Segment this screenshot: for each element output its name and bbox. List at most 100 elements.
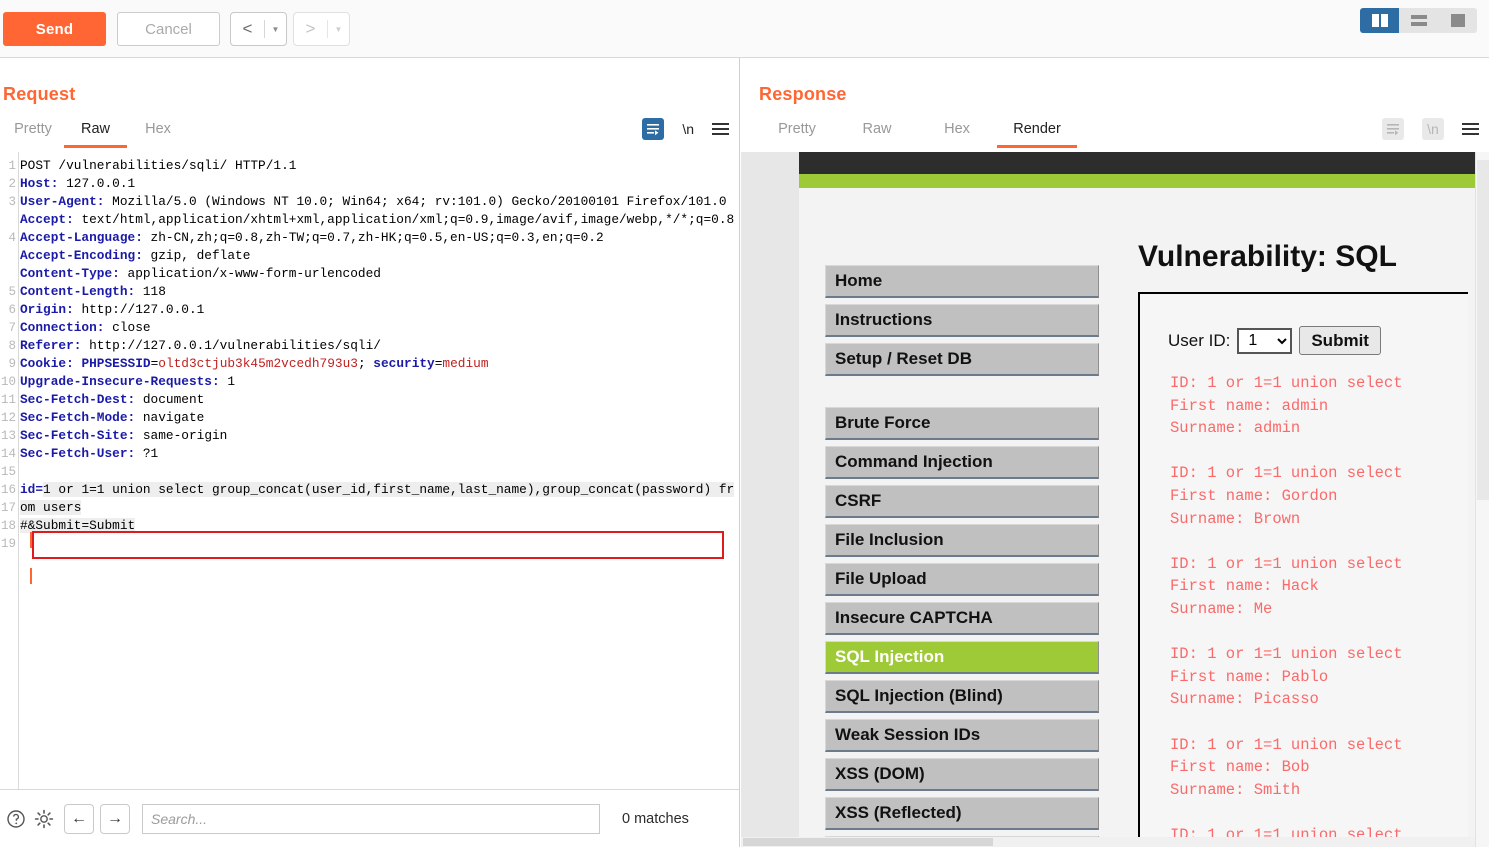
sql-result-id: ID: 1 or 1=1 union select <box>1170 374 1403 392</box>
help-icon[interactable] <box>2 805 30 833</box>
request-raw-editor[interactable]: 1 2 3 4 5 6 7 8 9 10 11 12 13 14 15 16 17 18 19 POST /vuln… <box>0 152 739 846</box>
sql-result-first: First name: admin <box>1170 396 1329 415</box>
dvwa-nav-item-brute-force[interactable]: Brute Force <box>825 407 1099 440</box>
line-number: 9 <box>8 357 16 371</box>
user-id-form: User ID: 1 Submit <box>1168 326 1381 355</box>
render-horizontal-scroll-thumb[interactable] <box>743 838 993 846</box>
response-hamburger-menu-icon[interactable] <box>1462 123 1479 135</box>
request-line: Accept: text/html,application/xhtml+xml,… <box>20 212 735 227</box>
history-back-icon[interactable]: < <box>231 13 264 45</box>
text-caret-end <box>30 568 32 584</box>
layout-toggle-group[interactable] <box>1360 8 1477 33</box>
top-toolbar: Send Cancel < ▼ > ▼ <box>0 0 1489 58</box>
request-line: Connection: close <box>20 320 151 335</box>
sql-result-surname: Surname: Smith <box>1170 780 1301 799</box>
line-number: 6 <box>8 303 16 317</box>
dvwa-nav-item-command-injection[interactable]: Command Injection <box>825 446 1099 479</box>
line-number <box>0 553 18 571</box>
dvwa-nav-item-insecure-captcha[interactable]: Insecure CAPTCHA <box>825 602 1099 635</box>
response-title: Response <box>759 84 847 104</box>
request-title: Request <box>3 84 76 104</box>
dvwa-nav-item-file-upload[interactable]: File Upload <box>825 563 1099 596</box>
response-render-viewport[interactable]: Home Instructions Setup / Reset DB Brute Fo… <box>741 152 1489 847</box>
dvwa-nav-item-instructions[interactable]: Instructions <box>825 304 1099 337</box>
dvwa-nav-item-sql-injection-blind[interactable]: SQL Injection (Blind) <box>825 680 1099 713</box>
cancel-button[interactable]: Cancel <box>117 12 220 46</box>
render-horizontal-scrollbar[interactable] <box>741 837 1489 847</box>
request-line: Referer: http://127.0.0.1/vulnerabilitie… <box>20 338 381 353</box>
tab-response-render[interactable]: Render <box>997 118 1077 148</box>
history-back-chevron-down-icon[interactable]: ▼ <box>265 13 286 45</box>
tab-request-raw[interactable]: Raw <box>64 118 127 148</box>
layout-stacked-view-button[interactable] <box>1399 8 1438 33</box>
tab-request-pretty[interactable]: Pretty <box>2 118 64 148</box>
sql-result-first: First name: Gordon <box>1170 486 1338 505</box>
line-number: 3 <box>8 195 16 209</box>
history-forward-icon[interactable]: > <box>294 13 327 45</box>
search-prev-button[interactable]: ← <box>64 803 94 834</box>
dvwa-nav-item-file-inclusion[interactable]: File Inclusion <box>825 524 1099 557</box>
response-word-wrap-icon[interactable] <box>1382 118 1404 140</box>
dvwa-nav-item-setup-reset-db[interactable]: Setup / Reset DB <box>825 343 1099 376</box>
dvwa-nav-item-xss-reflected[interactable]: XSS (Reflected) <box>825 797 1099 830</box>
line-number: 10 <box>0 375 16 389</box>
dvwa-nav-item-home[interactable]: Home <box>825 265 1099 298</box>
tab-response-pretty[interactable]: Pretty <box>757 118 837 148</box>
search-match-count: 0 matches <box>622 810 689 827</box>
line-number <box>0 571 18 589</box>
submit-button[interactable]: Submit <box>1299 326 1381 355</box>
user-id-select[interactable]: 1 <box>1237 327 1293 354</box>
tab-response-raw[interactable]: Raw <box>837 118 917 148</box>
request-line-number-gutter: 1 2 3 4 5 6 7 8 9 10 11 12 13 14 15 16 17 18 19 <box>0 152 19 846</box>
split-view-icon <box>1371 14 1388 27</box>
search-next-button[interactable]: → <box>100 803 130 834</box>
send-button[interactable]: Send <box>3 12 106 46</box>
sql-result-id: ID: 1 or 1=1 union select <box>1170 554 1403 573</box>
tab-request-hex[interactable]: Hex <box>127 118 189 148</box>
tab-response-hex[interactable]: Hex <box>917 118 997 148</box>
nav-group-separator <box>825 382 1099 407</box>
response-vertical-scrollbar[interactable] <box>1475 152 1489 847</box>
request-line: POST /vulnerabilities/sqli/ HTTP/1.1 <box>20 158 297 173</box>
request-line: Content-Type: application/x-www-form-url… <box>20 266 381 281</box>
sql-injection-form-box: User ID: 1 Submit ID: 1 or 1=1 union sel… <box>1138 292 1468 847</box>
layout-single-view-button[interactable] <box>1438 8 1477 33</box>
request-word-wrap-icon[interactable] <box>642 118 665 140</box>
request-line: Content-Length: 118 <box>20 284 166 299</box>
request-line: #&Submit=Submit <box>20 518 136 533</box>
layout-split-view-button[interactable] <box>1360 8 1399 33</box>
history-forward-group[interactable]: > ▼ <box>293 12 350 46</box>
response-vertical-scroll-thumb[interactable] <box>1477 160 1489 500</box>
sql-result-surname: Surname: Picasso <box>1170 690 1319 709</box>
request-hamburger-menu-icon[interactable] <box>712 123 729 135</box>
sql-result-surname: Surname: Me <box>1170 599 1273 618</box>
request-line: Sec-Fetch-Dest: document <box>20 392 205 407</box>
line-number: 13 <box>0 429 16 443</box>
dvwa-nav-item-weak-session-ids[interactable]: Weak Session IDs <box>825 719 1099 752</box>
line-number: 5 <box>8 285 16 299</box>
sql-result-first: First name: Hack <box>1170 577 1319 596</box>
dvwa-nav-item-xss-dom[interactable]: XSS (DOM) <box>825 758 1099 791</box>
render-page-margin <box>741 152 799 847</box>
sql-result-surname: Surname: admin <box>1170 419 1301 438</box>
line-number: 17 <box>0 501 16 515</box>
request-raw-text[interactable]: POST /vulnerabilities/sqli/ HTTP/1.1 Host… <box>20 152 739 846</box>
line-number: 19 <box>0 537 16 551</box>
dvwa-nav-item-csrf[interactable]: CSRF <box>825 485 1099 518</box>
history-back-group[interactable]: < ▼ <box>230 12 287 46</box>
line-number: 8 <box>8 339 16 353</box>
dvwa-nav-item-sql-injection[interactable]: SQL Injection <box>825 641 1099 674</box>
search-input[interactable] <box>142 803 600 834</box>
request-line: Sec-Fetch-Site: same-origin <box>20 428 228 443</box>
gear-icon[interactable] <box>30 805 58 833</box>
single-view-icon <box>1450 14 1465 27</box>
response-newline-icon[interactable]: \n <box>1427 121 1439 137</box>
request-line: Sec-Fetch-Mode: navigate <box>20 410 205 425</box>
request-newline-icon[interactable]: \n <box>682 121 694 137</box>
line-number: 18 <box>0 519 16 533</box>
response-tabstrip: Pretty Raw Hex Render <box>757 118 1077 149</box>
dvwa-accent-bar <box>799 174 1475 188</box>
sql-result-surname: Surname: Brown <box>1170 509 1301 528</box>
history-forward-chevron-down-icon[interactable]: ▼ <box>328 13 349 45</box>
request-search-bar: ← → 0 matches <box>0 789 739 847</box>
